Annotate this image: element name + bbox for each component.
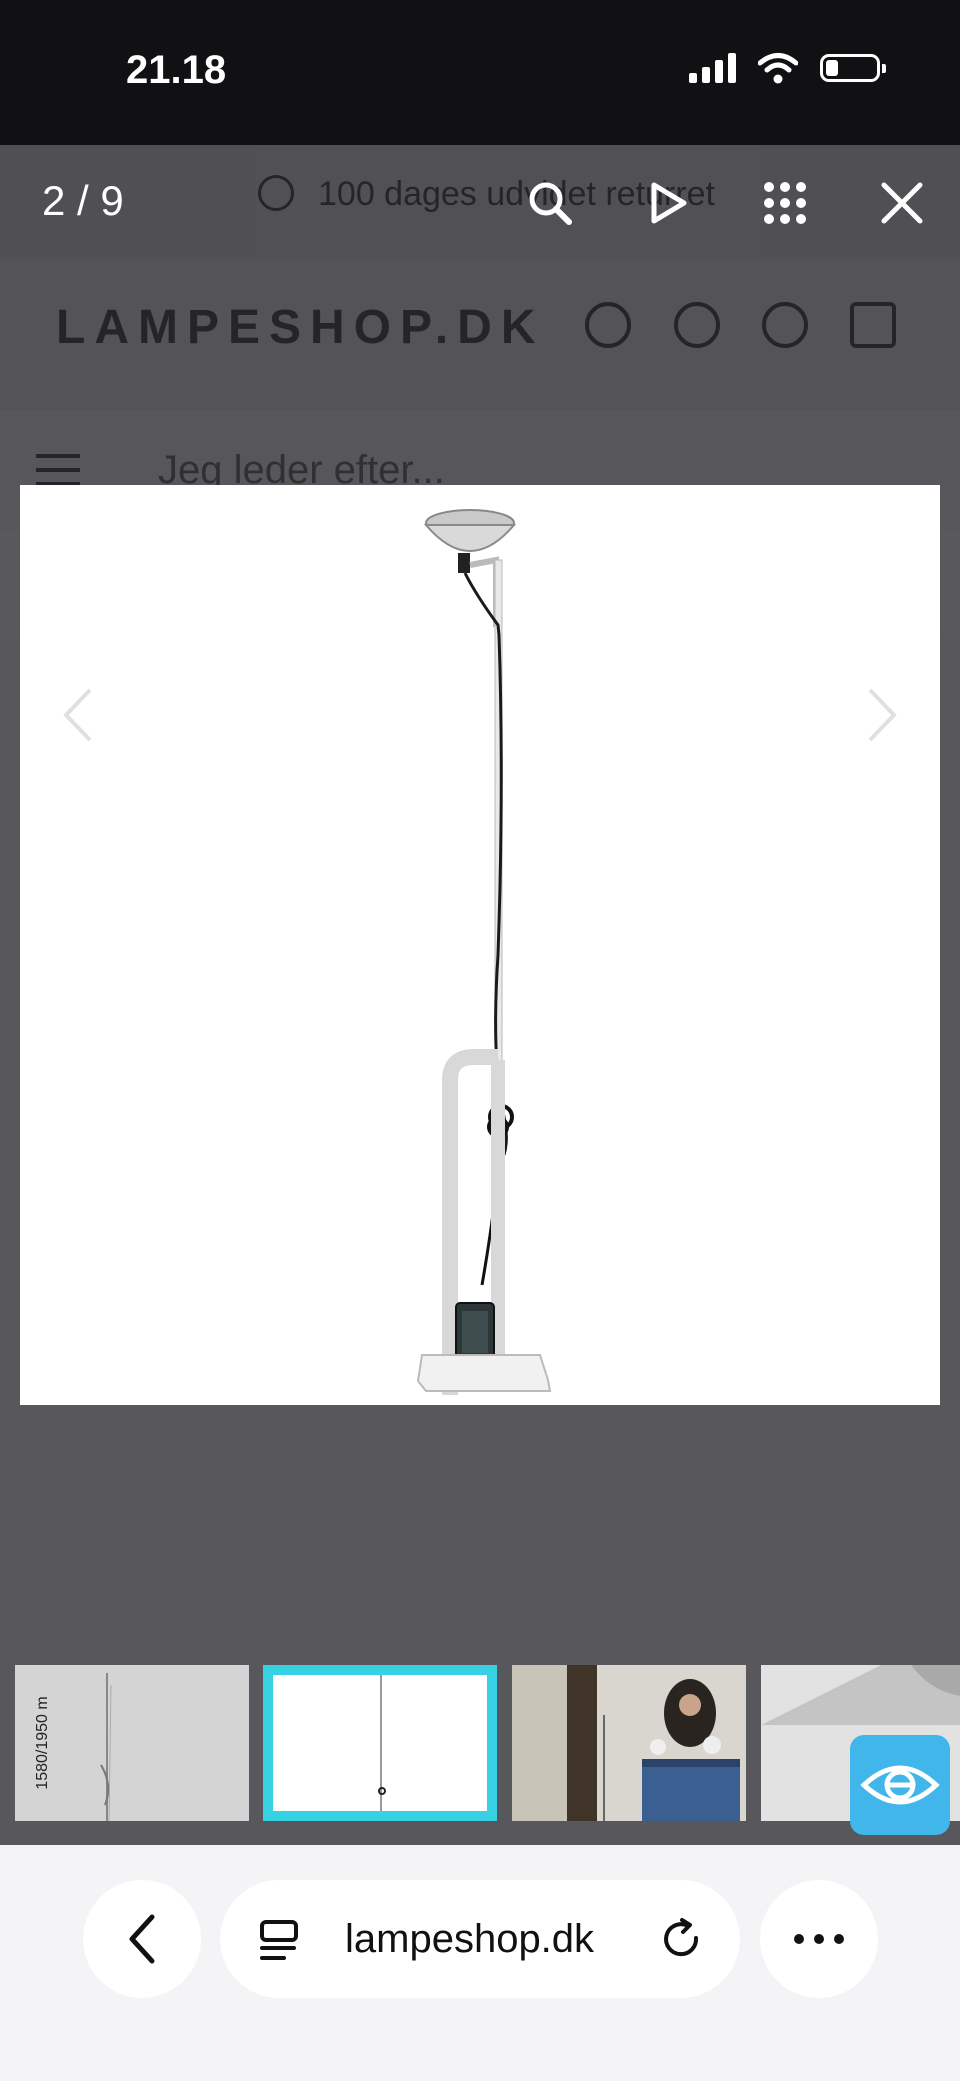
slideshow-button[interactable] (640, 175, 696, 231)
status-icons (689, 52, 886, 84)
play-icon (651, 182, 687, 224)
browser-toolbar: lampeshop.dk (0, 1845, 960, 2081)
address-bar[interactable]: lampeshop.dk (220, 1880, 740, 1998)
url-text: lampeshop.dk (345, 1917, 595, 1961)
page-menu-icon (260, 1920, 298, 1960)
grid-icon (764, 182, 806, 224)
eye-icon (860, 1765, 940, 1805)
accessibility-button[interactable] (850, 1735, 950, 1835)
search-icon (529, 182, 572, 225)
cellular-signal-icon (689, 53, 736, 83)
more-options-button[interactable] (760, 1880, 878, 1998)
reload-icon[interactable] (660, 1918, 704, 1962)
thumbnails-toggle-button[interactable] (757, 175, 813, 231)
interior-thumbnail (512, 1665, 746, 1821)
chevron-right-icon (868, 688, 897, 742)
account-icon (585, 302, 631, 348)
image-lightbox: 100 dages udvidet returret LAMPESHOP.DK … (0, 145, 960, 1845)
thumbnail-dimension-label: 1580/1950 m (34, 1696, 51, 1790)
floor-lamp-image (416, 509, 552, 1395)
product-image[interactable] (20, 485, 940, 1405)
status-bar: 21.18 (0, 0, 960, 145)
close-button[interactable] (874, 175, 930, 231)
check-icon (258, 175, 294, 211)
thumbnail-strip: 1580/1950 m (0, 1665, 960, 1825)
site-header: LAMPESHOP.DK (0, 260, 960, 410)
lamp-thumbnail (378, 1675, 386, 1811)
battery-icon (820, 54, 886, 82)
chevron-left-icon (129, 1914, 155, 1964)
thumbnail-3[interactable] (512, 1665, 746, 1821)
basket-icon (850, 302, 896, 348)
thumbnail-1[interactable]: 1580/1950 m (15, 1665, 249, 1821)
back-button[interactable] (83, 1880, 201, 1998)
heart-icon (762, 302, 808, 348)
return-banner: 100 dages udvidet returret (0, 145, 960, 260)
image-counter: 2 / 9 (42, 177, 124, 224)
thumbnail-2[interactable] (263, 1665, 497, 1821)
next-image-button[interactable] (848, 665, 908, 765)
site-logo: LAMPESHOP.DK (56, 301, 545, 354)
previous-image-button[interactable] (52, 665, 112, 765)
zoom-button[interactable] (522, 175, 578, 231)
status-time: 21.18 (126, 48, 227, 92)
location-icon (674, 302, 720, 348)
close-icon (881, 182, 923, 224)
chevron-left-icon (63, 688, 92, 742)
wifi-icon (758, 53, 798, 84)
more-icon (794, 1934, 844, 1944)
